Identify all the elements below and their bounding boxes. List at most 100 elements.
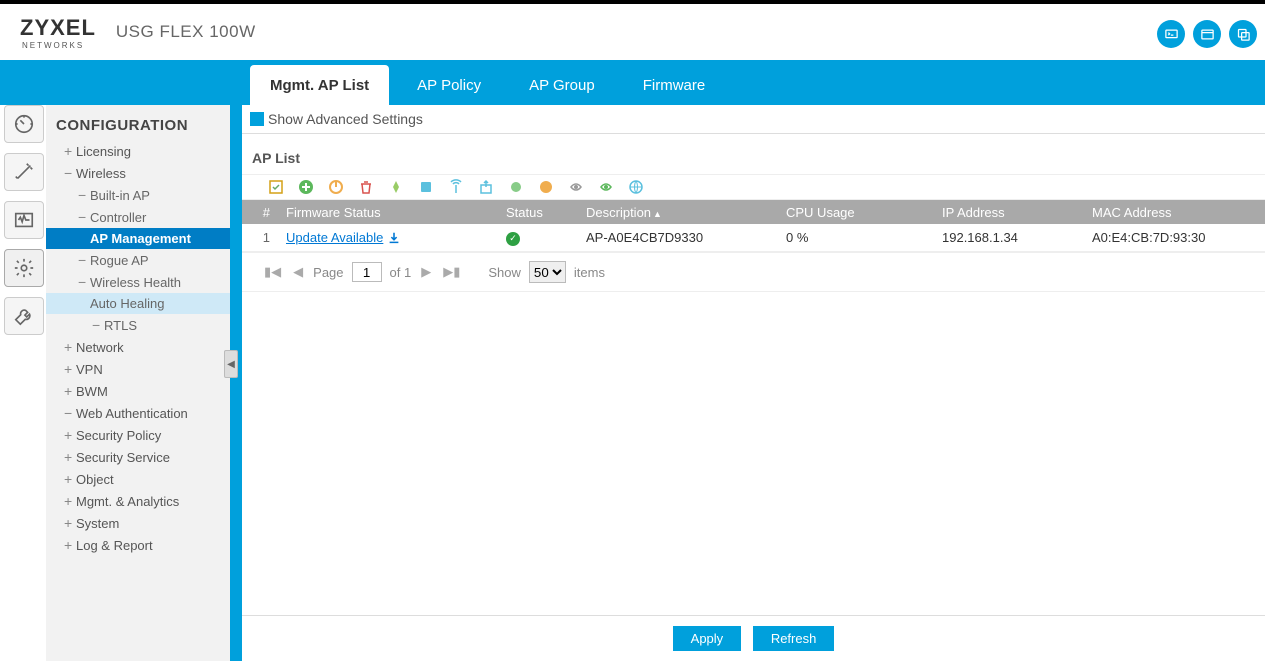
- col-header-cpu[interactable]: CPU Usage: [786, 205, 942, 220]
- sidebar-item-mgmt-analytics[interactable]: +Mgmt. & Analytics: [46, 490, 230, 512]
- sidebar-title: CONFIGURATION: [46, 113, 230, 140]
- sidebar-item-security-service[interactable]: +Security Service: [46, 446, 230, 468]
- sidebar-item-label: Auto Healing: [90, 296, 164, 311]
- page-size-select[interactable]: 50: [529, 261, 566, 283]
- sidebar-item-label: Wireless Health: [90, 275, 181, 290]
- col-header-firmware[interactable]: Firmware Status: [280, 205, 506, 220]
- sidebar-item-network[interactable]: +Network: [46, 336, 230, 358]
- logo-text: ZYXEL: [20, 15, 96, 41]
- expand-icon: −: [78, 209, 90, 225]
- sidebar-item-label: Security Policy: [76, 428, 161, 443]
- cell-description: AP-A0E4CB7D9330: [586, 230, 786, 245]
- first-page-icon[interactable]: ▮◀: [262, 264, 283, 280]
- sidebar-item-rtls[interactable]: −RTLS: [46, 314, 230, 336]
- sidebar-item-label: RTLS: [104, 318, 137, 333]
- sidebar-item-controller[interactable]: −Controller: [46, 206, 230, 228]
- wizard-icon[interactable]: [4, 153, 44, 191]
- apply-button[interactable]: Apply: [673, 626, 742, 651]
- reference-icon[interactable]: [1229, 20, 1257, 48]
- cell-mac: A0:E4:CB:7D:93:30: [1092, 230, 1265, 245]
- sidebar-item-wireless-health[interactable]: −Wireless Health: [46, 271, 230, 293]
- page-input[interactable]: [352, 262, 382, 282]
- sidebar-item-label: Log & Report: [76, 538, 153, 553]
- sidebar-item-auto-healing[interactable]: Auto Healing: [46, 293, 230, 314]
- sidebar-item-licensing[interactable]: +Licensing: [46, 140, 230, 162]
- expand-icon: −: [92, 317, 104, 333]
- maintenance-icon[interactable]: [4, 297, 44, 335]
- suppress-on-icon[interactable]: [598, 179, 614, 195]
- tab-mgmt-ap-list[interactable]: Mgmt. AP List: [250, 65, 389, 105]
- tab-ap-group[interactable]: AP Group: [509, 65, 615, 105]
- expand-icon: +: [64, 361, 76, 377]
- table-header: # Firmware Status Status Description▲ CP…: [242, 200, 1265, 224]
- sidebar-item-label: Security Service: [76, 450, 170, 465]
- monitor-icon[interactable]: [4, 201, 44, 239]
- sidebar-item-security-policy[interactable]: +Security Policy: [46, 424, 230, 446]
- sidebar-item-bwm[interactable]: +BWM: [46, 380, 230, 402]
- tab-firmware[interactable]: Firmware: [623, 65, 726, 105]
- blue-stripe: [230, 105, 242, 661]
- export-icon[interactable]: [478, 179, 494, 195]
- delete-icon[interactable]: [358, 179, 374, 195]
- expand-icon: −: [78, 274, 90, 290]
- cell-ip: 192.168.1.34: [942, 230, 1092, 245]
- table-row[interactable]: 1 Update Available ✓ AP-A0E4CB7D9330 0 %…: [242, 224, 1265, 252]
- info-icon[interactable]: [418, 179, 434, 195]
- firmware-update-link[interactable]: Update Available: [286, 230, 401, 245]
- edit-icon[interactable]: [268, 179, 284, 195]
- configuration-icon[interactable]: [4, 249, 44, 287]
- col-header-ip[interactable]: IP Address: [942, 205, 1092, 220]
- download-icon: [387, 231, 401, 245]
- advanced-settings-toggle[interactable]: Show Advanced Settings: [242, 105, 1265, 134]
- cli-icon[interactable]: [1193, 20, 1221, 48]
- prev-page-icon[interactable]: ◀: [291, 264, 305, 280]
- pager: ▮◀ ◀ Page of 1 ▶ ▶▮ Show 50 items: [242, 252, 1265, 292]
- expand-icon: −: [64, 405, 76, 421]
- logo-subtext: NETWORKS: [22, 41, 96, 50]
- sidebar-item-label: Object: [76, 472, 114, 487]
- dcs-icon[interactable]: [388, 179, 404, 195]
- logo: ZYXEL NETWORKS: [20, 15, 96, 50]
- col-header-mac[interactable]: MAC Address: [1092, 205, 1265, 220]
- tab-ap-policy[interactable]: AP Policy: [397, 65, 501, 105]
- collapse-handle[interactable]: ◀: [224, 350, 238, 378]
- expand-icon: +: [64, 471, 76, 487]
- led-icon[interactable]: [508, 179, 524, 195]
- sidebar-item-object[interactable]: +Object: [46, 468, 230, 490]
- coin-icon[interactable]: [538, 179, 554, 195]
- sidebar: CONFIGURATION +Licensing−Wireless−Built-…: [46, 105, 230, 661]
- sidebar-item-built-in-ap[interactable]: −Built-in AP: [46, 184, 230, 206]
- col-header-description[interactable]: Description▲: [586, 205, 786, 220]
- antenna-icon[interactable]: [448, 179, 464, 195]
- refresh-button[interactable]: Refresh: [753, 626, 835, 651]
- power-icon[interactable]: [328, 179, 344, 195]
- section-title: AP List: [242, 134, 1265, 174]
- sidebar-item-ap-management[interactable]: AP Management: [46, 228, 230, 249]
- expand-icon: −: [78, 187, 90, 203]
- sidebar-item-vpn[interactable]: +VPN: [46, 358, 230, 380]
- of-label: of 1: [390, 265, 412, 280]
- dashboard-icon[interactable]: [4, 105, 44, 143]
- suppress-off-icon[interactable]: [568, 179, 584, 195]
- sidebar-item-label: Licensing: [76, 144, 131, 159]
- sidebar-item-wireless[interactable]: −Wireless: [46, 162, 230, 184]
- next-page-icon[interactable]: ▶: [419, 264, 433, 280]
- col-header-num[interactable]: #: [242, 205, 280, 220]
- globe-icon[interactable]: [628, 179, 644, 195]
- toolbar: [242, 174, 1265, 200]
- expand-icon: +: [64, 339, 76, 355]
- show-label: Show: [488, 265, 521, 280]
- sidebar-item-log-report[interactable]: +Log & Report: [46, 534, 230, 556]
- expand-icon: −: [64, 165, 76, 181]
- expand-icon: +: [64, 427, 76, 443]
- last-page-icon[interactable]: ▶▮: [441, 264, 462, 280]
- console-icon[interactable]: [1157, 20, 1185, 48]
- model-label: USG FLEX 100W: [116, 22, 256, 42]
- sidebar-item-rogue-ap[interactable]: −Rogue AP: [46, 249, 230, 271]
- sidebar-item-label: Web Authentication: [76, 406, 188, 421]
- sidebar-item-label: Rogue AP: [90, 253, 149, 268]
- sidebar-item-web-authentication[interactable]: −Web Authentication: [46, 402, 230, 424]
- col-header-status[interactable]: Status: [506, 205, 586, 220]
- sidebar-item-system[interactable]: +System: [46, 512, 230, 534]
- add-icon[interactable]: [298, 179, 314, 195]
